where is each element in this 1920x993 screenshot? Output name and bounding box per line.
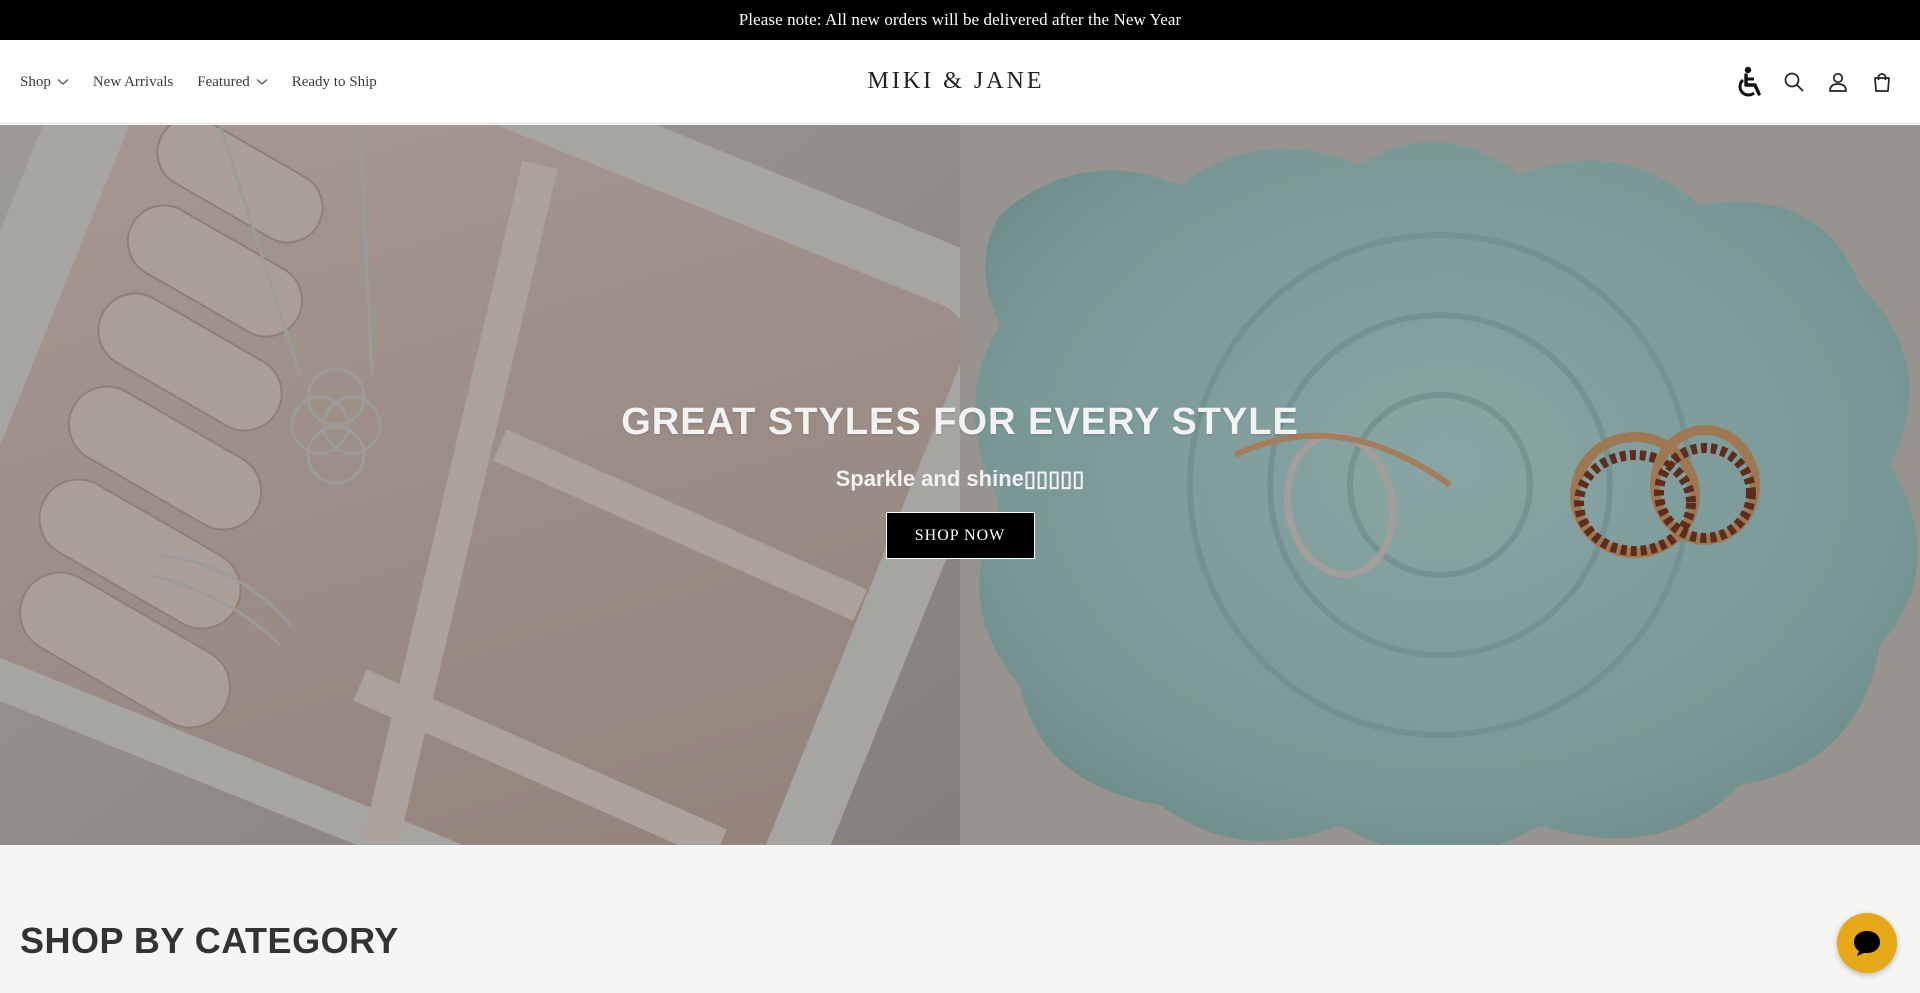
nav-item-label: New Arrivals (92, 73, 174, 90)
accessibility-button[interactable] (1728, 60, 1772, 104)
account-button[interactable] (1816, 60, 1860, 104)
site-header: Shop New Arrivals Featured Ready to Ship… (0, 40, 1920, 124)
site-logo[interactable]: MIKI & JANE (866, 68, 1046, 96)
section-title: SHOP BY CATEGORY (20, 920, 399, 961)
accessibility-icon (1738, 66, 1761, 97)
announcement-text: Please note: All new orders will be deli… (738, 10, 1182, 29)
chat-button[interactable] (1837, 913, 1897, 973)
nav-item-label: Ready to Ship (291, 73, 377, 90)
chat-icon (1854, 931, 1880, 956)
hero-subtitle: Sparkle and shine▯▯▯▯▯ (835, 466, 1085, 491)
hero-title: GREAT STYLES FOR EVERY STYLE (621, 401, 1299, 443)
nav-item-featured[interactable]: Featured (197, 73, 268, 91)
chevron-down-icon (57, 79, 69, 85)
nav-item-shop[interactable]: Shop (20, 74, 69, 91)
announcement-bar: Please note: All new orders will be deli… (0, 0, 1920, 40)
search-button[interactable] (1772, 60, 1816, 104)
nav-item-ready-to-ship[interactable]: Ready to Ship (292, 74, 377, 91)
search-icon (1784, 72, 1804, 92)
account-icon (1829, 72, 1847, 92)
main-nav: Shop New Arrivals Featured Ready to Ship (20, 40, 401, 124)
chevron-down-icon (256, 79, 268, 85)
hero-content: GREAT STYLES FOR EVERY STYLE Sparkle and… (0, 125, 1920, 845)
hero-banner: GREAT STYLES FOR EVERY STYLE Sparkle and… (0, 125, 1920, 845)
nav-item-label: Shop (20, 73, 51, 90)
cart-icon (1874, 73, 1890, 92)
nav-item-new-arrivals[interactable]: New Arrivals (93, 74, 173, 91)
cart-button[interactable] (1860, 60, 1904, 104)
shop-now-button[interactable]: SHOP NOW (885, 512, 1035, 559)
header-icons (1728, 40, 1904, 124)
nav-item-label: Featured (197, 73, 250, 90)
